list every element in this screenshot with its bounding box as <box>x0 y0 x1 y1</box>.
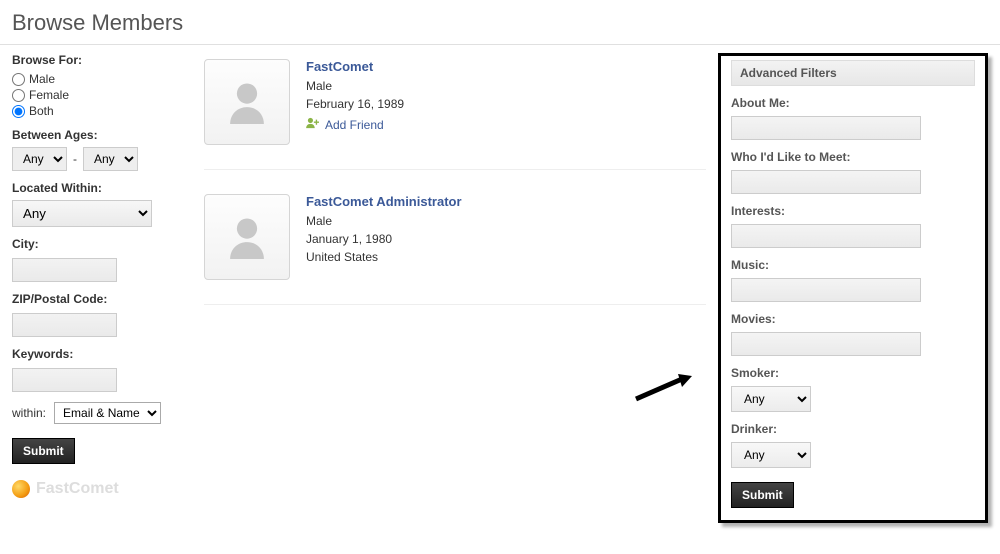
brand-icon <box>12 480 30 498</box>
member-gender: Male <box>306 212 462 230</box>
drinker-select[interactable]: Any <box>731 442 811 468</box>
radio-female[interactable] <box>12 89 25 102</box>
advanced-submit-button[interactable]: Submit <box>731 482 794 508</box>
interests-input[interactable] <box>731 224 921 248</box>
member-row: FastComet Administrator Male January 1, … <box>204 188 706 305</box>
add-friend-icon <box>306 117 320 132</box>
meet-input[interactable] <box>731 170 921 194</box>
between-ages-label: Between Ages: <box>12 128 180 142</box>
about-me-input[interactable] <box>731 116 921 140</box>
movies-input[interactable] <box>731 332 921 356</box>
radio-both-label: Both <box>29 104 54 118</box>
drinker-label: Drinker: <box>731 422 975 436</box>
left-submit-button[interactable]: Submit <box>12 438 75 464</box>
interests-label: Interests: <box>731 204 975 218</box>
smoker-select[interactable]: Any <box>731 386 811 412</box>
annotation-arrow <box>634 373 694 406</box>
advanced-filters-box: Advanced Filters About Me: Who I'd Like … <box>718 53 988 523</box>
music-input[interactable] <box>731 278 921 302</box>
avatar-icon <box>220 75 274 129</box>
radio-male-label: Male <box>29 72 55 86</box>
located-within-select[interactable]: Any <box>12 200 152 227</box>
browse-for-label: Browse For: <box>12 53 180 67</box>
brand-text: FastComet <box>36 480 119 498</box>
radio-both[interactable] <box>12 105 25 118</box>
add-friend-link[interactable]: Add Friend <box>325 118 384 132</box>
avatar[interactable] <box>204 59 290 145</box>
avatar-icon <box>220 210 274 264</box>
age-min-select[interactable]: Any <box>12 147 67 171</box>
movies-label: Movies: <box>731 312 975 326</box>
zip-label: ZIP/Postal Code: <box>12 292 180 306</box>
member-name-link[interactable]: FastComet Administrator <box>306 194 462 209</box>
age-sep: - <box>73 152 77 166</box>
member-country: United States <box>306 248 462 266</box>
zip-input[interactable] <box>12 313 117 337</box>
member-name-link[interactable]: FastComet <box>306 59 404 74</box>
music-label: Music: <box>731 258 975 272</box>
member-gender: Male <box>306 77 404 95</box>
left-filters: Browse For: Male Female Both Between Age… <box>12 53 192 523</box>
age-max-select[interactable]: Any <box>83 147 138 171</box>
radio-female-label: Female <box>29 88 69 102</box>
page-title: Browse Members <box>0 0 1000 45</box>
keywords-input[interactable] <box>12 368 117 392</box>
located-within-label: Located Within: <box>12 181 180 195</box>
keywords-label: Keywords: <box>12 347 180 361</box>
member-row: FastComet Male February 16, 1989 Add Fri… <box>204 53 706 170</box>
about-me-label: About Me: <box>731 96 975 110</box>
city-label: City: <box>12 237 180 251</box>
within-select[interactable]: Email & Name <box>54 402 161 424</box>
smoker-label: Smoker: <box>731 366 975 380</box>
within-label: within: <box>12 406 46 420</box>
radio-male[interactable] <box>12 73 25 86</box>
member-dob: January 1, 1980 <box>306 230 462 248</box>
member-list: FastComet Male February 16, 1989 Add Fri… <box>192 53 718 523</box>
meet-label: Who I'd Like to Meet: <box>731 150 975 164</box>
city-input[interactable] <box>12 258 117 282</box>
advanced-filters-header: Advanced Filters <box>731 60 975 86</box>
avatar[interactable] <box>204 194 290 280</box>
member-dob: February 16, 1989 <box>306 95 404 113</box>
